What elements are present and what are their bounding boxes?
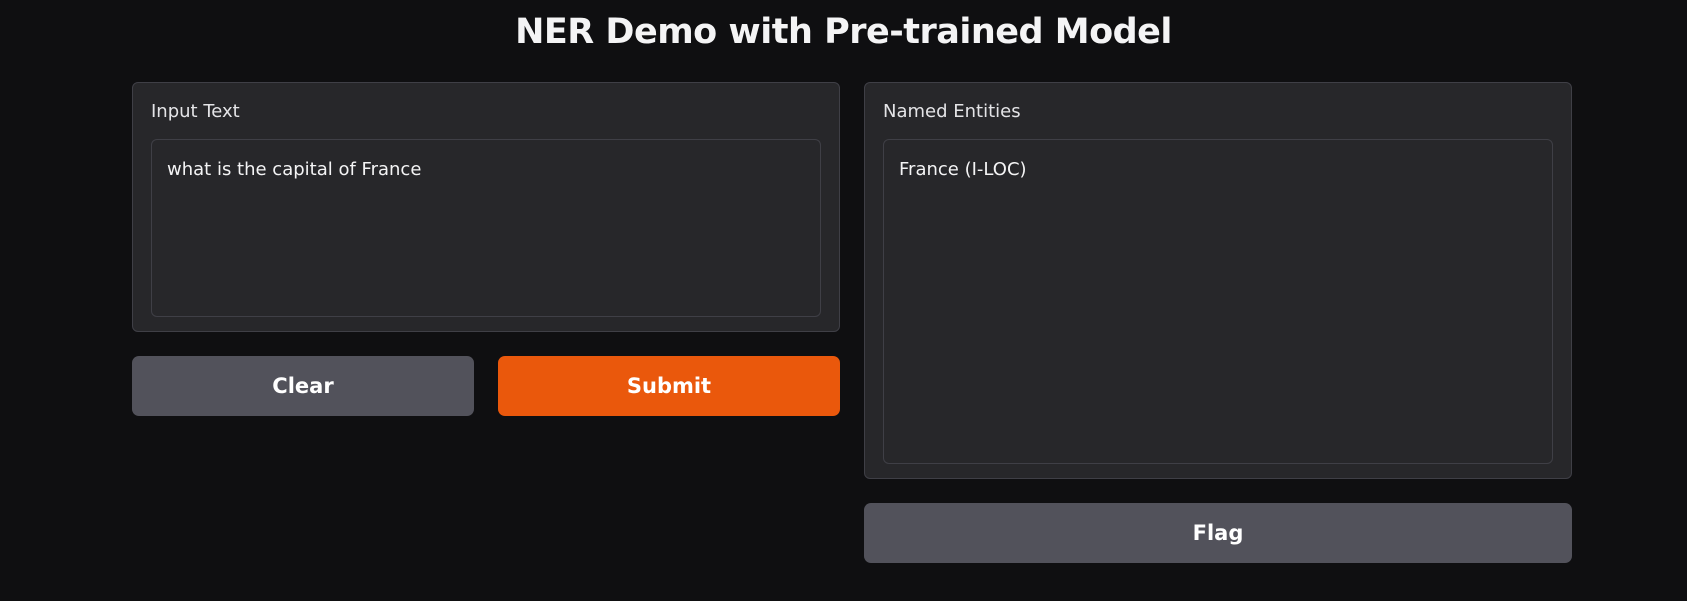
submit-button[interactable]: Submit (498, 356, 840, 416)
input-text-label: Input Text (151, 101, 240, 122)
input-text-panel: Input Text what is the capital of France (132, 82, 840, 332)
named-entities-label: Named Entities (883, 101, 1021, 122)
page-title: NER Demo with Pre-trained Model (515, 12, 1172, 52)
named-entities-output[interactable]: France (I-LOC) (883, 139, 1553, 464)
input-text-field[interactable]: what is the capital of France (151, 139, 821, 317)
clear-button[interactable]: Clear (132, 356, 474, 416)
flag-button[interactable]: Flag (864, 503, 1572, 563)
named-entities-panel: Named Entities France (I-LOC) (864, 82, 1572, 479)
